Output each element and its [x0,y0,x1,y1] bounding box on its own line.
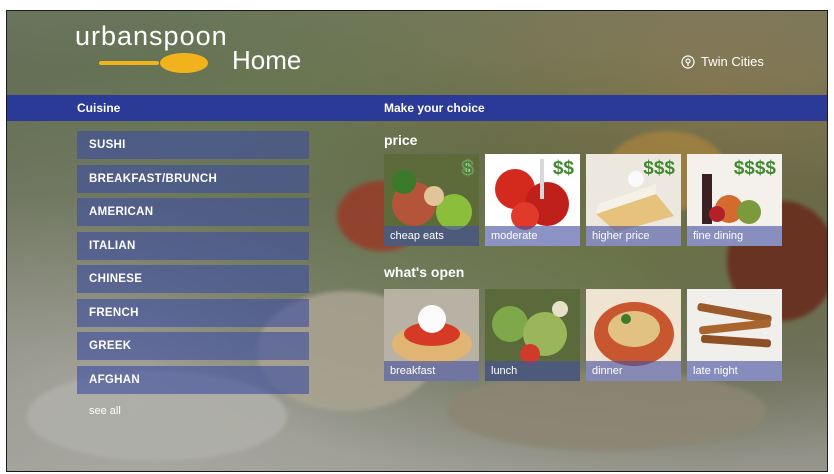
price-tiles: $ cheap eats $$ moderate $$$ higher pric… [384,154,782,246]
section-header-band: Cuisine Make your choice [7,95,827,121]
tile-caption: late night [687,361,782,381]
map-pin-icon [681,54,695,69]
price-dollars: $$$ [643,158,675,179]
cuisine-item-afghan[interactable]: AFGHAN [77,365,309,394]
tile-late-night[interactable]: late night [687,289,782,381]
see-all-link[interactable]: see all [89,405,121,417]
cuisine-list: SUSHI BREAKFAST/BRUNCH AMERICAN ITALIAN … [77,131,309,399]
cuisine-item-sushi[interactable]: SUSHI [77,131,309,159]
tile-cheap-eats[interactable]: $ cheap eats [384,154,479,246]
tile-breakfast[interactable]: breakfast [384,289,479,381]
tile-higher-price[interactable]: $$$ higher price [586,154,681,246]
tile-lunch[interactable]: lunch [485,289,580,381]
cuisine-header: Cuisine [77,101,121,115]
price-dollars: $$ [552,158,574,179]
tile-dinner[interactable]: dinner [586,289,681,381]
tile-fine-dining[interactable]: $$$$ fine dining [687,154,782,246]
app-background: urbanspoon Home Twin Cities Cuisine Make… [6,10,828,472]
location-selector[interactable]: Twin Cities [681,54,764,69]
bg-plate-rim [447,371,767,451]
cuisine-item-greek[interactable]: GREEK [77,332,309,360]
tile-caption: moderate [485,226,580,246]
tile-caption: breakfast [384,361,479,381]
tile-caption: fine dining [687,226,782,246]
make-choice-header: Make your choice [384,101,485,115]
open-tiles: breakfast lunch dinner late night [384,289,782,381]
page-title: Home [232,45,302,75]
tile-caption: dinner [586,361,681,381]
cuisine-item-american[interactable]: AMERICAN [77,198,309,226]
tile-caption: cheap eats [384,226,479,246]
top-bar: urbanspoon Home Twin Cities [7,11,827,95]
tile-caption: higher price [586,226,681,246]
tile-caption: lunch [485,361,580,381]
cuisine-item-breakfast-brunch[interactable]: BREAKFAST/BRUNCH [77,164,309,193]
location-label: Twin Cities [701,54,764,69]
cuisine-item-chinese[interactable]: CHINESE [77,265,309,293]
whats-open-heading: what's open [384,264,465,280]
price-dollars: $ [462,158,473,179]
app-logo-text: urbanspoon [75,21,228,51]
tile-moderate[interactable]: $$ moderate [485,154,580,246]
cuisine-item-italian[interactable]: ITALIAN [77,231,309,260]
spoon-logo-icon [99,53,208,73]
price-dollars: $$$$ [733,158,776,179]
price-heading: price [384,132,418,148]
cuisine-item-french[interactable]: FRENCH [77,298,309,327]
